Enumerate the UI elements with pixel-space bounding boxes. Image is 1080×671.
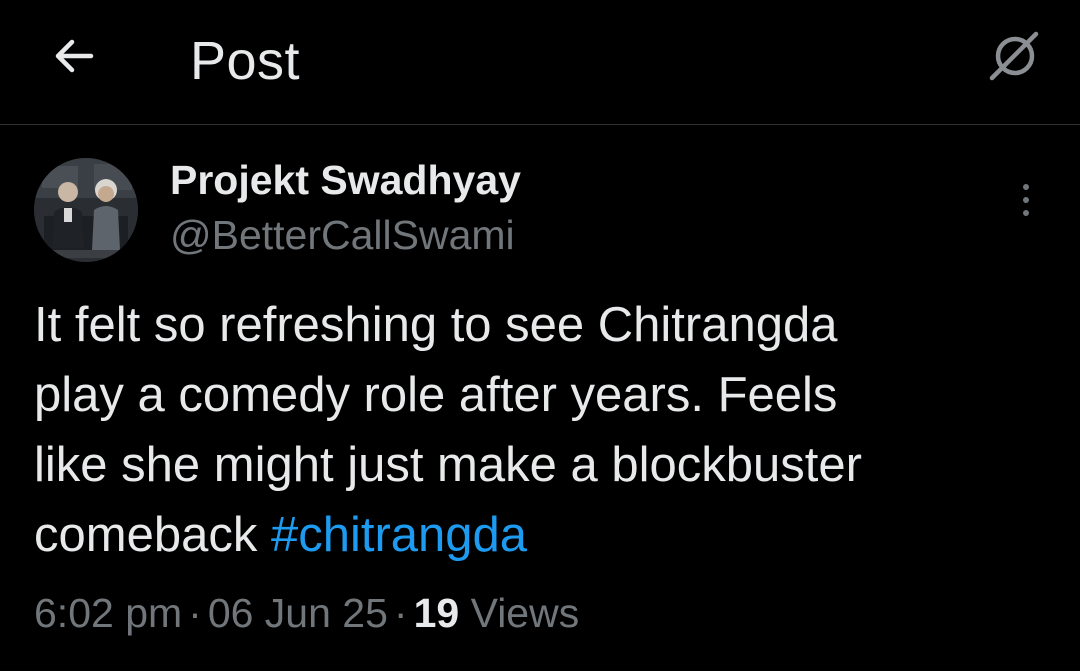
- more-vertical-icon-dot: [1023, 197, 1029, 203]
- top-bar: Post: [0, 0, 1080, 125]
- hashtag-link[interactable]: #chitrangda: [271, 508, 527, 562]
- post-text: It felt so refreshing to see Chitrangda …: [34, 290, 1044, 570]
- page-title: Post: [190, 31, 301, 91]
- grok-button[interactable]: [982, 24, 1046, 88]
- more-vertical-icon-dot: [1023, 210, 1029, 216]
- post-time[interactable]: 6:02 pm: [34, 590, 182, 636]
- post-metadata: 6:02 pm · 06 Jun 25 · 19 Views: [34, 590, 579, 637]
- views-count: 19: [413, 590, 460, 636]
- more-options-button[interactable]: [1006, 178, 1046, 222]
- grok-icon: [989, 31, 1039, 81]
- back-button[interactable]: [46, 28, 102, 84]
- avatar-image: [34, 158, 138, 262]
- more-vertical-icon: [1023, 184, 1029, 190]
- author-name[interactable]: Projekt Swadhyay: [170, 157, 521, 204]
- post-date[interactable]: 06 Jun 25: [208, 590, 388, 636]
- meta-separator: ·: [188, 590, 202, 636]
- author-handle[interactable]: @BetterCallSwami: [170, 212, 515, 259]
- arrow-left-icon: [55, 39, 94, 73]
- meta-separator: ·: [393, 590, 408, 636]
- views-label: Views: [470, 590, 580, 636]
- avatar[interactable]: [34, 158, 138, 262]
